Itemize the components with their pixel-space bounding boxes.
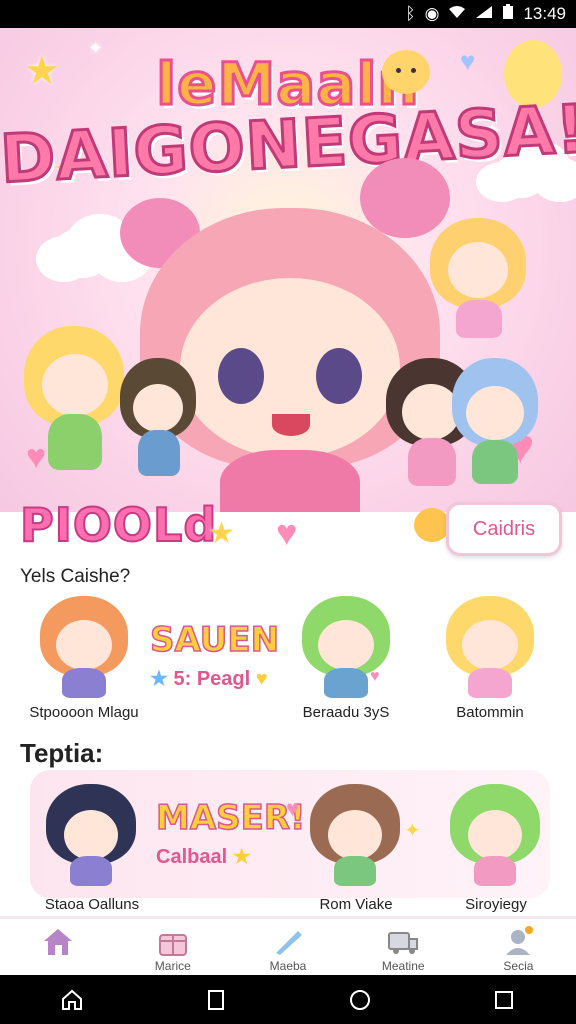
character-caption: Rom Viake: [319, 896, 393, 913]
tab-home[interactable]: [0, 919, 115, 975]
status-time: 13:49: [523, 4, 566, 23]
character-blue-hair-illustration: [452, 358, 538, 488]
battery-icon: [502, 3, 514, 25]
hero-banner[interactable]: ★ ✦ ★ ✦ ♥ ♥ ♥ leMaaln DAIGONEGASA!: [0, 28, 576, 512]
brush-icon: [276, 931, 302, 955]
circle-home-icon: [350, 989, 370, 1010]
character-row: Stpoooon Mlagu SAUEN ★ 5: Peagl ♥ Beraad…: [0, 592, 576, 724]
signal-icon: [475, 4, 493, 24]
home-outline-icon: [62, 989, 82, 1010]
promo-title: SAUEN: [149, 619, 280, 661]
heart-icon: ♥: [255, 668, 268, 690]
section-label: Teptia:: [20, 738, 104, 768]
promo-banner[interactable]: MASER! Calbaal ★: [155, 797, 306, 869]
truck-icon: [388, 932, 419, 954]
tab-maeba[interactable]: Maeba: [230, 919, 345, 975]
profile-icon: [506, 926, 534, 955]
section-label: Yels Caishe?: [20, 566, 131, 587]
status-bar: ᛒ ◉ 13:49: [0, 0, 576, 28]
tab-label: Marice: [154, 959, 191, 973]
character-row: Staoa Oalluns MASER! Calbaal ★ ♥ Rom Via…: [0, 778, 576, 914]
heart-icon: ♥: [370, 668, 380, 685]
cards-button[interactable]: Caidris: [446, 502, 562, 556]
promo-title: MASER!: [155, 797, 306, 839]
square-icon: [495, 990, 513, 1009]
system-nav-bar: [0, 975, 576, 1024]
mascot-icon: [382, 50, 430, 96]
tab-label: Secia: [503, 959, 534, 973]
alarm-icon: ◉: [424, 4, 440, 23]
sparkle-icon: ✦: [404, 820, 421, 842]
character-blonde-hair-illustration: [446, 596, 534, 698]
nav-home-button[interactable]: [42, 980, 102, 1020]
welcome-title: PIOOLd: [19, 497, 218, 553]
character-navy-hair-illustration: [46, 784, 136, 886]
character-brown-hair-illustration: [310, 784, 400, 886]
home-icon: [43, 929, 72, 955]
character-card[interactable]: Stpoooon Mlagu: [24, 592, 144, 722]
bluetooth-icon: ᛒ: [405, 4, 416, 23]
tab-marice[interactable]: Marice: [115, 919, 230, 975]
cloud-icon: [52, 228, 112, 278]
character-card[interactable]: Rom Viake: [296, 778, 416, 913]
wifi-icon: [448, 4, 466, 24]
star-icon: ★: [232, 846, 251, 868]
gift-icon: [158, 934, 187, 956]
character-card[interactable]: Siroyiegy: [436, 778, 556, 913]
nav-circle-button[interactable]: [330, 980, 390, 1020]
character-blonde-illustration: [24, 326, 124, 476]
nav-recent-button[interactable]: [186, 980, 246, 1020]
character-caption: Staoa Oalluns: [44, 896, 140, 913]
character-card[interactable]: Batommin: [430, 592, 550, 722]
character-caption: Stpoooon Mlagu: [29, 704, 139, 721]
tab-secia[interactable]: Secia: [461, 919, 576, 975]
character-yellow-hair-illustration: [430, 218, 526, 338]
tab-label: Meatine: [381, 959, 425, 973]
promo-banner[interactable]: SAUEN ★ 5: Peagl ♥: [149, 619, 280, 691]
tab-label: Maeba: [269, 959, 307, 973]
character-card[interactable]: Beraadu 3yS: [286, 592, 406, 722]
heart-icon: ♥: [276, 512, 298, 553]
character-caption: Siroyiegy: [465, 896, 527, 913]
recents-icon: [208, 989, 224, 1010]
character-green-hair-illustration: [450, 784, 540, 886]
character-brown-hair-illustration: [120, 358, 196, 478]
character-orange-hair-illustration: [40, 596, 128, 698]
character-caption: Beraadu 3yS: [302, 704, 390, 721]
tab-meatine[interactable]: Meatine: [346, 919, 461, 975]
character-caption: Batommin: [456, 704, 524, 721]
star-icon: ★: [208, 517, 235, 550]
promo-subtitle: ★ 5: Peagl ♥: [150, 668, 268, 690]
character-card[interactable]: Staoa Oalluns: [32, 778, 152, 913]
mascot-icon: [414, 508, 450, 542]
star-icon: ★: [150, 668, 168, 690]
bottom-tab-bar: Marice Maeba Meatine Secia: [0, 919, 576, 975]
nav-overview-button[interactable]: [474, 980, 534, 1020]
promo-subtitle: Calbaal ★: [156, 846, 251, 868]
